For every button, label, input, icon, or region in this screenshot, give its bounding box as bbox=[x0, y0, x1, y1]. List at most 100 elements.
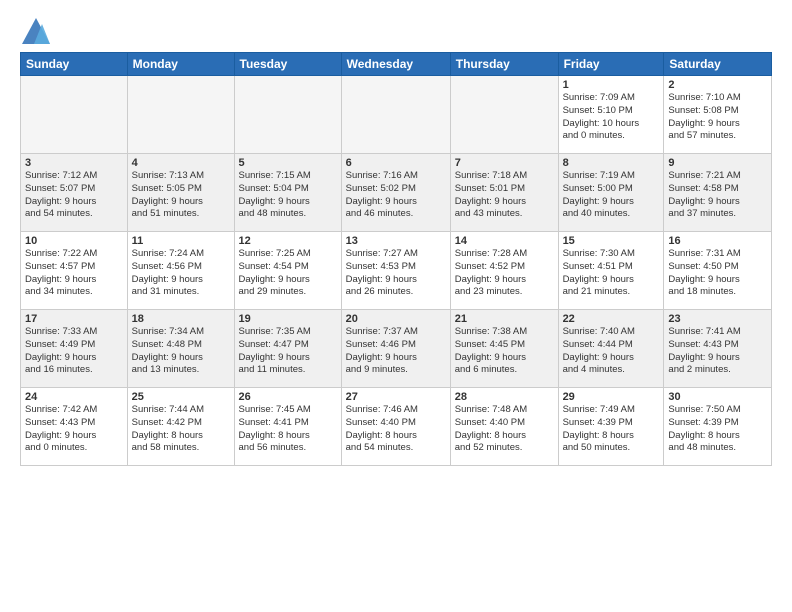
calendar-cell: 13Sunrise: 7:27 AM Sunset: 4:53 PM Dayli… bbox=[341, 232, 450, 310]
day-number: 7 bbox=[455, 157, 554, 169]
col-header-tuesday: Tuesday bbox=[234, 53, 341, 76]
day-number: 27 bbox=[346, 391, 446, 403]
page: SundayMondayTuesdayWednesdayThursdayFrid… bbox=[0, 0, 792, 612]
week-row-2: 10Sunrise: 7:22 AM Sunset: 4:57 PM Dayli… bbox=[21, 232, 772, 310]
calendar-cell bbox=[234, 76, 341, 154]
day-info: Sunrise: 7:48 AM Sunset: 4:40 PM Dayligh… bbox=[455, 404, 554, 455]
day-number: 5 bbox=[239, 157, 337, 169]
calendar-cell: 10Sunrise: 7:22 AM Sunset: 4:57 PM Dayli… bbox=[21, 232, 128, 310]
calendar-cell: 21Sunrise: 7:38 AM Sunset: 4:45 PM Dayli… bbox=[450, 310, 558, 388]
day-info: Sunrise: 7:10 AM Sunset: 5:08 PM Dayligh… bbox=[668, 92, 767, 143]
day-info: Sunrise: 7:44 AM Sunset: 4:42 PM Dayligh… bbox=[132, 404, 230, 455]
calendar-cell: 2Sunrise: 7:10 AM Sunset: 5:08 PM Daylig… bbox=[664, 76, 772, 154]
col-header-saturday: Saturday bbox=[664, 53, 772, 76]
day-number: 23 bbox=[668, 313, 767, 325]
day-info: Sunrise: 7:09 AM Sunset: 5:10 PM Dayligh… bbox=[563, 92, 660, 143]
day-number: 22 bbox=[563, 313, 660, 325]
day-info: Sunrise: 7:30 AM Sunset: 4:51 PM Dayligh… bbox=[563, 248, 660, 299]
logo bbox=[20, 16, 54, 44]
calendar-cell bbox=[450, 76, 558, 154]
calendar-cell: 23Sunrise: 7:41 AM Sunset: 4:43 PM Dayli… bbox=[664, 310, 772, 388]
day-info: Sunrise: 7:13 AM Sunset: 5:05 PM Dayligh… bbox=[132, 170, 230, 221]
day-info: Sunrise: 7:35 AM Sunset: 4:47 PM Dayligh… bbox=[239, 326, 337, 377]
day-info: Sunrise: 7:31 AM Sunset: 4:50 PM Dayligh… bbox=[668, 248, 767, 299]
col-header-wednesday: Wednesday bbox=[341, 53, 450, 76]
day-number: 28 bbox=[455, 391, 554, 403]
day-info: Sunrise: 7:25 AM Sunset: 4:54 PM Dayligh… bbox=[239, 248, 337, 299]
calendar-cell: 18Sunrise: 7:34 AM Sunset: 4:48 PM Dayli… bbox=[127, 310, 234, 388]
day-number: 11 bbox=[132, 235, 230, 247]
calendar-cell: 15Sunrise: 7:30 AM Sunset: 4:51 PM Dayli… bbox=[558, 232, 664, 310]
day-number: 30 bbox=[668, 391, 767, 403]
calendar-cell: 22Sunrise: 7:40 AM Sunset: 4:44 PM Dayli… bbox=[558, 310, 664, 388]
calendar-cell: 9Sunrise: 7:21 AM Sunset: 4:58 PM Daylig… bbox=[664, 154, 772, 232]
logo-icon bbox=[20, 16, 50, 44]
day-number: 21 bbox=[455, 313, 554, 325]
col-header-friday: Friday bbox=[558, 53, 664, 76]
calendar-cell: 6Sunrise: 7:16 AM Sunset: 5:02 PM Daylig… bbox=[341, 154, 450, 232]
calendar-cell: 24Sunrise: 7:42 AM Sunset: 4:43 PM Dayli… bbox=[21, 388, 128, 466]
calendar-cell: 17Sunrise: 7:33 AM Sunset: 4:49 PM Dayli… bbox=[21, 310, 128, 388]
day-info: Sunrise: 7:34 AM Sunset: 4:48 PM Dayligh… bbox=[132, 326, 230, 377]
day-number: 17 bbox=[25, 313, 123, 325]
col-header-monday: Monday bbox=[127, 53, 234, 76]
day-number: 10 bbox=[25, 235, 123, 247]
day-number: 19 bbox=[239, 313, 337, 325]
day-number: 2 bbox=[668, 79, 767, 91]
calendar-cell: 11Sunrise: 7:24 AM Sunset: 4:56 PM Dayli… bbox=[127, 232, 234, 310]
day-number: 6 bbox=[346, 157, 446, 169]
day-number: 15 bbox=[563, 235, 660, 247]
calendar-cell: 1Sunrise: 7:09 AM Sunset: 5:10 PM Daylig… bbox=[558, 76, 664, 154]
day-info: Sunrise: 7:16 AM Sunset: 5:02 PM Dayligh… bbox=[346, 170, 446, 221]
day-info: Sunrise: 7:50 AM Sunset: 4:39 PM Dayligh… bbox=[668, 404, 767, 455]
day-number: 29 bbox=[563, 391, 660, 403]
day-info: Sunrise: 7:40 AM Sunset: 4:44 PM Dayligh… bbox=[563, 326, 660, 377]
header bbox=[20, 16, 772, 44]
day-info: Sunrise: 7:27 AM Sunset: 4:53 PM Dayligh… bbox=[346, 248, 446, 299]
day-number: 8 bbox=[563, 157, 660, 169]
calendar-cell: 12Sunrise: 7:25 AM Sunset: 4:54 PM Dayli… bbox=[234, 232, 341, 310]
col-header-sunday: Sunday bbox=[21, 53, 128, 76]
day-number: 1 bbox=[563, 79, 660, 91]
day-info: Sunrise: 7:15 AM Sunset: 5:04 PM Dayligh… bbox=[239, 170, 337, 221]
calendar-header-row: SundayMondayTuesdayWednesdayThursdayFrid… bbox=[21, 53, 772, 76]
day-number: 14 bbox=[455, 235, 554, 247]
calendar-table: SundayMondayTuesdayWednesdayThursdayFrid… bbox=[20, 52, 772, 466]
day-info: Sunrise: 7:19 AM Sunset: 5:00 PM Dayligh… bbox=[563, 170, 660, 221]
day-info: Sunrise: 7:24 AM Sunset: 4:56 PM Dayligh… bbox=[132, 248, 230, 299]
calendar-cell bbox=[127, 76, 234, 154]
day-info: Sunrise: 7:38 AM Sunset: 4:45 PM Dayligh… bbox=[455, 326, 554, 377]
week-row-0: 1Sunrise: 7:09 AM Sunset: 5:10 PM Daylig… bbox=[21, 76, 772, 154]
week-row-4: 24Sunrise: 7:42 AM Sunset: 4:43 PM Dayli… bbox=[21, 388, 772, 466]
day-info: Sunrise: 7:37 AM Sunset: 4:46 PM Dayligh… bbox=[346, 326, 446, 377]
day-number: 13 bbox=[346, 235, 446, 247]
calendar-cell: 8Sunrise: 7:19 AM Sunset: 5:00 PM Daylig… bbox=[558, 154, 664, 232]
calendar-cell: 14Sunrise: 7:28 AM Sunset: 4:52 PM Dayli… bbox=[450, 232, 558, 310]
calendar-cell: 30Sunrise: 7:50 AM Sunset: 4:39 PM Dayli… bbox=[664, 388, 772, 466]
day-info: Sunrise: 7:42 AM Sunset: 4:43 PM Dayligh… bbox=[25, 404, 123, 455]
day-info: Sunrise: 7:33 AM Sunset: 4:49 PM Dayligh… bbox=[25, 326, 123, 377]
calendar-cell bbox=[341, 76, 450, 154]
calendar-cell: 25Sunrise: 7:44 AM Sunset: 4:42 PM Dayli… bbox=[127, 388, 234, 466]
day-info: Sunrise: 7:18 AM Sunset: 5:01 PM Dayligh… bbox=[455, 170, 554, 221]
calendar-cell: 20Sunrise: 7:37 AM Sunset: 4:46 PM Dayli… bbox=[341, 310, 450, 388]
calendar-cell bbox=[21, 76, 128, 154]
day-number: 4 bbox=[132, 157, 230, 169]
day-number: 26 bbox=[239, 391, 337, 403]
day-number: 20 bbox=[346, 313, 446, 325]
calendar-cell: 19Sunrise: 7:35 AM Sunset: 4:47 PM Dayli… bbox=[234, 310, 341, 388]
calendar-cell: 27Sunrise: 7:46 AM Sunset: 4:40 PM Dayli… bbox=[341, 388, 450, 466]
day-info: Sunrise: 7:12 AM Sunset: 5:07 PM Dayligh… bbox=[25, 170, 123, 221]
day-info: Sunrise: 7:28 AM Sunset: 4:52 PM Dayligh… bbox=[455, 248, 554, 299]
day-info: Sunrise: 7:46 AM Sunset: 4:40 PM Dayligh… bbox=[346, 404, 446, 455]
day-number: 16 bbox=[668, 235, 767, 247]
week-row-1: 3Sunrise: 7:12 AM Sunset: 5:07 PM Daylig… bbox=[21, 154, 772, 232]
day-info: Sunrise: 7:21 AM Sunset: 4:58 PM Dayligh… bbox=[668, 170, 767, 221]
calendar-cell: 16Sunrise: 7:31 AM Sunset: 4:50 PM Dayli… bbox=[664, 232, 772, 310]
calendar-cell: 4Sunrise: 7:13 AM Sunset: 5:05 PM Daylig… bbox=[127, 154, 234, 232]
day-info: Sunrise: 7:49 AM Sunset: 4:39 PM Dayligh… bbox=[563, 404, 660, 455]
day-number: 3 bbox=[25, 157, 123, 169]
calendar-cell: 28Sunrise: 7:48 AM Sunset: 4:40 PM Dayli… bbox=[450, 388, 558, 466]
day-number: 18 bbox=[132, 313, 230, 325]
day-info: Sunrise: 7:45 AM Sunset: 4:41 PM Dayligh… bbox=[239, 404, 337, 455]
